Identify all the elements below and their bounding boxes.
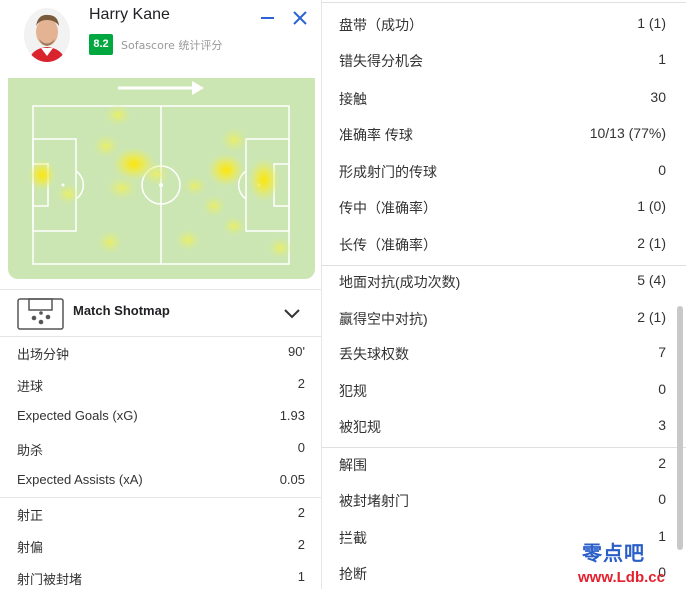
stat-row: 接触 30	[322, 80, 686, 116]
stat-label: 错失得分机会	[339, 53, 423, 69]
stat-row: 被犯规 3	[322, 408, 686, 444]
stat-label: 被封堵射门	[339, 493, 409, 509]
stat-row: Expected Goals (xG) 1.93	[0, 402, 321, 434]
stat-row: 射正 2	[0, 499, 321, 531]
stat-row: 射门被封堵 1	[0, 563, 321, 589]
stat-value: 10/13 (77%)	[589, 125, 666, 141]
stat-row: 准确率 传球 10/13 (77%)	[322, 116, 686, 152]
stat-value: 2 (1)	[637, 309, 666, 325]
stat-row: 赢得空中对抗) 2 (1)	[322, 300, 686, 336]
stat-label: 射偏	[17, 540, 44, 555]
stat-row: 盘带（成功） 1 (1)	[322, 6, 686, 42]
divider	[322, 265, 686, 266]
divider	[0, 497, 321, 498]
stat-row: 出场分钟 90'	[0, 338, 321, 370]
stat-value: 0	[658, 491, 666, 507]
player-avatar	[24, 8, 70, 62]
stat-label: 进球	[17, 379, 44, 394]
stat-row: 被封堵射门 0	[322, 482, 686, 518]
shotmap-icon	[17, 298, 64, 330]
stat-label: 解围	[339, 457, 367, 473]
stat-row: 射偏 2	[0, 531, 321, 563]
stat-value: 1 (0)	[637, 198, 666, 214]
stat-label: 盘带（成功）	[339, 17, 423, 33]
stat-row: 进球 2	[0, 370, 321, 402]
close-button[interactable]	[290, 8, 310, 28]
stat-label: 长传（准确率）	[339, 237, 437, 253]
stat-value: 1	[658, 51, 666, 67]
stat-label: 出场分钟	[17, 347, 70, 362]
watermark: 零点吧 www.Ldb.cc	[578, 535, 686, 589]
stat-value: 1	[297, 569, 305, 584]
close-icon	[293, 11, 307, 25]
stat-label: 被犯规	[339, 419, 381, 435]
stat-value: 0.05	[279, 472, 305, 487]
player-stats-panel-right: 盘带（成功） 1 (1) 错失得分机会 1 接触 30 准确率 传球 10/13 (77%) 形…	[322, 0, 686, 589]
stat-value: 5 (4)	[637, 272, 666, 288]
stat-label: 拦截	[339, 530, 367, 546]
stat-value: 30	[650, 89, 666, 105]
player-header: Harry Kane 8.2 Sofascore 统计评分	[0, 0, 321, 78]
stat-row: 丢失球权数 7	[322, 335, 686, 371]
player-stats-panel-left: Harry Kane 8.2 Sofascore 统计评分 Match Shot…	[0, 0, 322, 589]
stat-label: 传中（准确率）	[339, 200, 437, 216]
heatmap-pitch	[28, 81, 292, 265]
stat-row: 解围 2	[322, 446, 686, 482]
stat-row: Expected Assists (xA) 0.05	[0, 466, 321, 498]
stat-label: 犯规	[339, 383, 367, 399]
stat-row: 错失得分机会 1	[322, 42, 686, 78]
stat-value: 2	[658, 455, 666, 471]
stat-label: 丢失球权数	[339, 346, 409, 362]
shotmap-label: Match Shotmap	[73, 303, 170, 318]
heatmap	[8, 78, 315, 279]
stat-value: 2	[297, 505, 305, 520]
watermark-logo: 零点吧	[582, 541, 645, 565]
stat-value: 2	[297, 376, 305, 391]
divider	[322, 2, 686, 3]
stat-label: 射门被封堵	[17, 572, 83, 587]
stat-value: 2 (1)	[637, 235, 666, 251]
stat-value: 1.93	[279, 408, 305, 423]
stat-row: 传中（准确率） 1 (0)	[322, 189, 686, 225]
stat-label: 助杀	[17, 443, 44, 458]
player-name: Harry Kane	[89, 6, 170, 23]
stat-row: 助杀 0	[0, 434, 321, 466]
stat-value: 2	[297, 537, 305, 552]
stat-row: 地面对抗(成功次数) 5 (4)	[322, 263, 686, 299]
rating-badge: 8.2	[89, 34, 113, 55]
stat-label: 接触	[339, 91, 367, 107]
stat-row: 长传（准确率） 2 (1)	[322, 226, 686, 262]
stat-value: 0	[658, 381, 666, 397]
stat-value: 0	[297, 440, 305, 455]
minimize-button[interactable]	[258, 10, 278, 26]
stat-label: 地面对抗(成功次数)	[339, 274, 461, 290]
stat-value: 0	[658, 162, 666, 178]
divider	[322, 447, 686, 448]
shotmap-toggle[interactable]: Match Shotmap	[0, 289, 321, 337]
scrollbar-thumb[interactable]	[677, 306, 683, 550]
arrow-right-icon	[118, 81, 204, 95]
stat-label: 赢得空中对抗)	[339, 311, 428, 327]
stat-label: 准确率 传球	[339, 127, 413, 143]
stat-label: 抢断	[339, 566, 367, 582]
stat-label: Expected Assists (xA)	[17, 472, 143, 487]
rating-source-label: Sofascore 统计评分	[121, 39, 223, 52]
watermark-url: www.Ldb.cc	[578, 569, 665, 586]
stat-row: 犯规 0	[322, 372, 686, 408]
heat-spots	[28, 104, 292, 259]
minimize-icon	[261, 17, 274, 19]
stat-label: Expected Goals (xG)	[17, 408, 138, 423]
stat-label: 射正	[17, 508, 44, 523]
chevron-down-icon[interactable]	[282, 307, 302, 321]
stat-value: 7	[658, 344, 666, 360]
stat-value: 3	[658, 417, 666, 433]
stat-row: 形成射门的传球 0	[322, 153, 686, 189]
stat-value: 90'	[288, 344, 305, 359]
stat-label: 形成射门的传球	[339, 164, 437, 180]
stat-value: 1 (1)	[637, 15, 666, 31]
